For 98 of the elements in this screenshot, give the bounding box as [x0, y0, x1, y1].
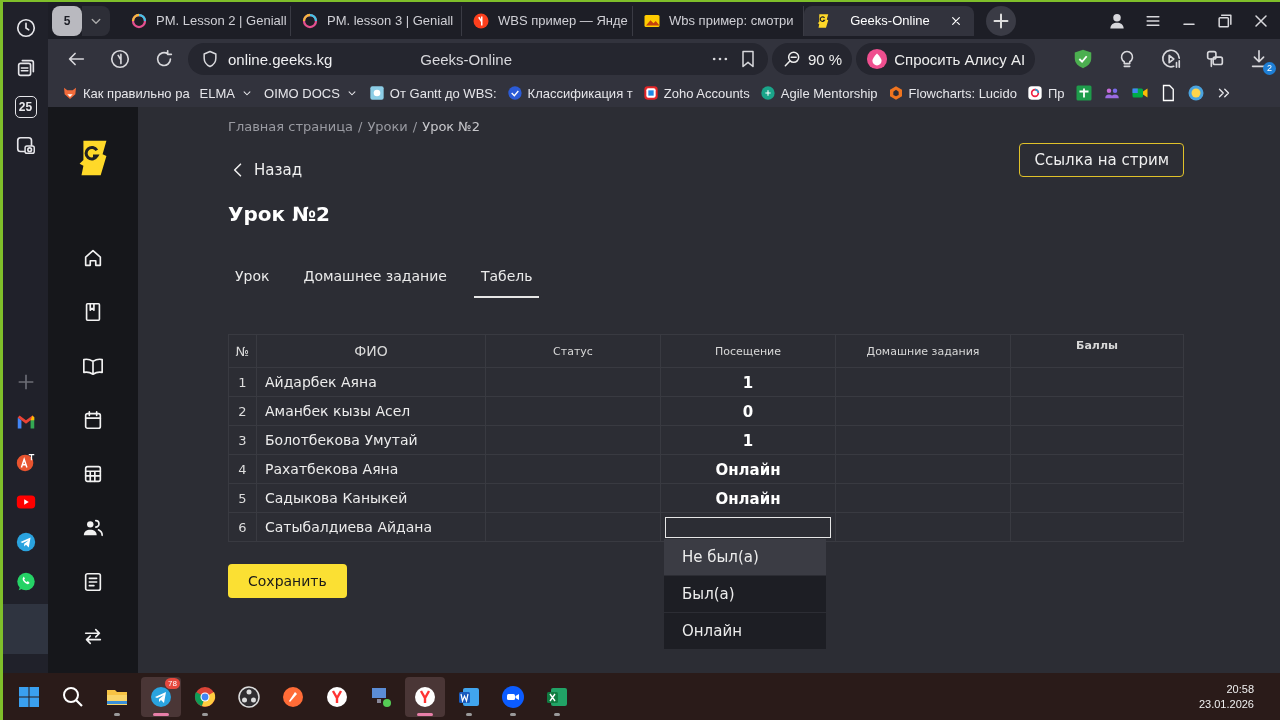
browser-tab[interactable]: PM. Lesson 2 | Geniall	[120, 5, 291, 36]
bookmark-item[interactable]: Как правильно ра	[62, 85, 190, 101]
bookmark-item[interactable]: От Gantt до WBS:	[368, 85, 497, 101]
paper-plane-icon[interactable]	[14, 531, 37, 553]
column-header: №	[228, 334, 257, 368]
table-cell: Болотбекова Умутай	[256, 425, 486, 455]
table-cell: 3	[228, 425, 257, 455]
ring-icon	[301, 11, 319, 30]
column-header: Домашние задания	[835, 334, 1011, 368]
table-cell: 1	[742, 431, 754, 450]
bookmark-item[interactable]: Zoho Accounts	[642, 85, 750, 101]
table-cell: 2	[228, 396, 257, 426]
table-cell: Аманбек кызы Асел	[256, 396, 486, 426]
bookmark-item[interactable]: Пр	[1026, 85, 1065, 101]
dropdown-option[interactable]: Не был(а)	[664, 539, 826, 575]
dropdown-option[interactable]: Онлайн	[664, 613, 826, 649]
calendar-day-badge[interactable]: 25	[14, 96, 37, 118]
zoom-out-icon	[782, 49, 802, 69]
page-tab[interactable]: Табель	[473, 264, 540, 298]
sheet-icon[interactable]	[1074, 84, 1093, 102]
check-badge-icon	[506, 85, 523, 101]
bookmark-item[interactable]: Agile Mentorship	[759, 85, 878, 101]
column-header: Статус	[485, 334, 661, 368]
people-icon[interactable]	[82, 517, 104, 539]
table-cell: Садыкова Каныкей	[256, 483, 486, 513]
breadcrumb-link[interactable]: Главная страница	[228, 119, 353, 134]
table-cell: 0	[742, 402, 754, 421]
count-badge: 78	[165, 677, 180, 689]
column-header: Посещение	[660, 334, 836, 368]
chat-phone-icon[interactable]	[14, 571, 37, 593]
yandex-circle-icon[interactable]	[109, 48, 131, 70]
plus-icon[interactable]	[986, 5, 1016, 36]
browser-tab[interactable]: PM. lesson 3 | Geniall	[291, 5, 462, 36]
bookmark-item[interactable]: Классификация т	[506, 85, 633, 101]
count-badge: 2	[1263, 62, 1277, 75]
paper-plane-icon	[149, 684, 173, 709]
table-cell: 1	[228, 367, 257, 397]
hexagon-icon	[887, 85, 904, 101]
table-cell: Рахатбекова Аяна	[256, 454, 486, 484]
save-button[interactable]: Сохранить	[228, 564, 347, 598]
bookmark-item[interactable]: OIMO DOCS	[264, 85, 359, 101]
calendar-icon[interactable]	[82, 409, 104, 431]
page-title: Урок №2	[228, 202, 330, 226]
breadcrumb-separator: /	[412, 119, 418, 134]
play-circle-icon[interactable]	[1160, 48, 1183, 70]
browser-tab[interactable]: Geeks-Online	[804, 5, 974, 36]
video-app-icon[interactable]	[501, 684, 525, 709]
input-field[interactable]	[665, 516, 831, 538]
browser-tab[interactable]: Wbs пример: смотри	[633, 5, 804, 36]
zoom-button[interactable]: 90 %	[772, 43, 853, 75]
book-icon[interactable]	[82, 355, 104, 377]
address-bar[interactable]: online.geeks.kg Geeks-Online	[188, 43, 768, 75]
search-icon[interactable]	[61, 684, 85, 709]
tab-count-button[interactable]: 5	[52, 5, 82, 36]
browser-tab[interactable]: WBS пример — Янде	[462, 5, 633, 36]
ring-icon	[1026, 85, 1043, 101]
home-icon[interactable]	[82, 247, 104, 269]
assistant-icon	[866, 48, 889, 70]
table-icon[interactable]	[82, 463, 104, 485]
page-tab[interactable]: Домашнее задание	[296, 264, 454, 298]
table-cell: Онлайн	[715, 460, 781, 479]
translate-icon[interactable]	[14, 451, 37, 473]
document-icon[interactable]	[82, 571, 104, 593]
ring-icon	[130, 11, 148, 30]
table-cell: 4	[228, 454, 257, 484]
windows-icon[interactable]	[17, 684, 41, 709]
browser-logo-icon	[413, 684, 437, 709]
history-icon[interactable]	[14, 17, 37, 39]
page-tab[interactable]: Урок	[228, 264, 277, 298]
dropdown-option[interactable]: Был(а)	[664, 576, 826, 612]
table-cell: Онлайн	[715, 489, 781, 508]
table-cell: 1	[742, 373, 754, 392]
assistant-button[interactable]: Спросить Алису AI	[856, 43, 1036, 75]
back-link[interactable]: Назад	[228, 160, 302, 180]
column-header: Баллы	[1010, 334, 1184, 368]
shield-icon	[200, 49, 220, 69]
breadcrumb-link[interactable]: Уроки	[367, 119, 408, 134]
clock-date[interactable]: 23.01.2026	[1198, 696, 1254, 712]
browser-ball-icon[interactable]	[193, 684, 217, 709]
tiles-icon	[642, 85, 659, 101]
stream-link-button[interactable]: Ссылка на стрим	[1019, 143, 1184, 177]
table-cell: Сатыбалдиева Айдана	[256, 512, 486, 542]
fox-icon	[62, 85, 78, 101]
clock-time[interactable]: 20:58	[1226, 681, 1254, 697]
taskbar-button[interactable]: 78	[141, 676, 181, 717]
overlay-panel	[2, 604, 49, 654]
plus-circle-icon	[759, 85, 776, 101]
aperture-icon[interactable]	[237, 684, 261, 709]
screenshot-icon[interactable]	[14, 135, 37, 157]
bookmark-item[interactable]: ELMA	[199, 85, 254, 101]
taskbar-button[interactable]	[405, 676, 445, 717]
browser-logo-icon[interactable]	[325, 684, 349, 709]
table-cell: 5	[228, 483, 257, 513]
column-header: ФИО	[256, 334, 486, 368]
table-cell: Айдарбек Аяна	[256, 367, 486, 397]
bookmark-item[interactable]: Flowcharts: Lucido	[887, 85, 1017, 101]
breadcrumb-separator: /	[358, 119, 363, 134]
table-cell: 6	[228, 512, 257, 542]
